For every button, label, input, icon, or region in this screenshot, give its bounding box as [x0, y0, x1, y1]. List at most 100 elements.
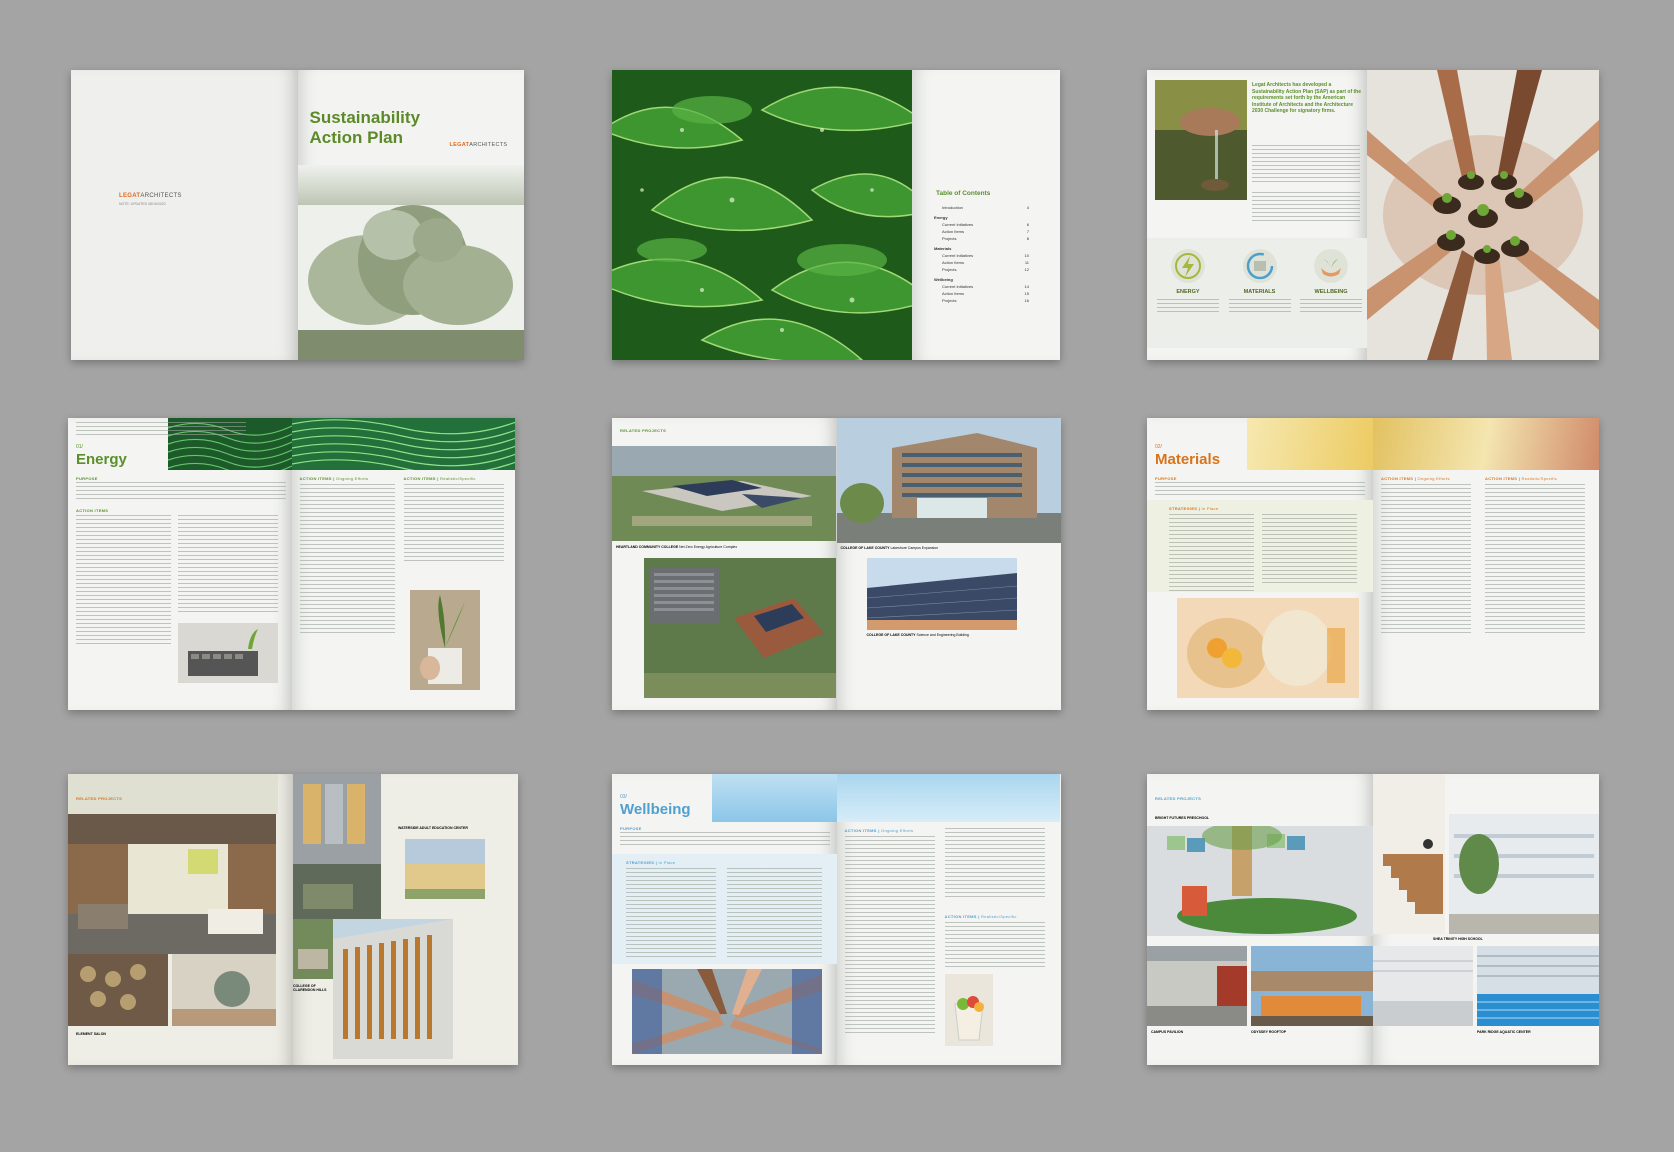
energy-action-items-col2: [178, 515, 278, 615]
pillar-energy-label: ENERGY: [1176, 289, 1200, 295]
materials-left-page: 02/ Materials PURPOSE STRATEGIES | In Pl…: [1147, 418, 1373, 710]
energy-action-items-label: ACTION ITEMS: [76, 508, 109, 513]
toc-item-label: Projects: [942, 236, 957, 241]
pillar-materials-text: [1228, 299, 1291, 313]
wellbeing-realistic-heading: ACTION ITEMS | Realistic/Specific: [944, 914, 1017, 919]
caption-shea-trinity: SHEA TRINITY HIGH SCHOOL: [1433, 937, 1483, 941]
back-cover-page: LEGATARCHITECTS NOTE: UPDATED 08/16/2023: [71, 70, 298, 360]
energy-purpose-text: [76, 482, 286, 500]
recycle-icon: [1242, 249, 1277, 283]
pillar-materials: MATERIALS: [1228, 248, 1291, 313]
produce-bags-photo: [1177, 598, 1359, 698]
intro-headline: Legat Architects has developed a Sustain…: [1252, 82, 1361, 114]
toc-item-page: 12: [1024, 267, 1029, 272]
spread-materials-projects: RELATED PROJECTS ELEMENT SALON WATERSIDE…: [68, 774, 518, 1065]
caption-1-sub: Net Zero Energy Agriculture Complex: [679, 545, 738, 549]
energy-ongoing-text: [299, 484, 395, 634]
related-projects-label: RELATED PROJECTS: [1155, 796, 1202, 801]
related-projects-label: RELATED PROJECTS: [620, 428, 667, 433]
wellbeing-section-number: 03/: [620, 794, 627, 800]
related-projects-label: RELATED PROJECTS: [76, 796, 123, 801]
toc-list: Introduction 4 Energy Current Initiatives 6 A…: [934, 204, 1029, 304]
front-cover-logo: LEGATARCHITECTS: [450, 142, 508, 148]
toc-item: Materials: [934, 245, 1029, 252]
toc-item: Current Initiatives 10: [934, 252, 1029, 259]
toc-item: Wellbeing: [934, 276, 1029, 283]
campus-pavilion-photo: [1147, 946, 1247, 1026]
toc-item: Current Initiatives 14: [934, 283, 1029, 290]
caption-3: COLLEGE OF LAKE COUNTY Science and Engin…: [867, 633, 969, 637]
spread-energy: 01/ Energy PURPOSE ACTION ITEMS ACTION I…: [68, 418, 515, 710]
toc-item-page: 14: [1024, 284, 1029, 289]
toc-item: Action Items 15: [934, 290, 1029, 297]
caption-1-title: HEARTLAND COMMUNITY COLLEGE: [616, 545, 679, 549]
strategies-tag: In Place: [1201, 506, 1219, 511]
front-cover-page: Sustainability Action Plan LEGATARCHITEC…: [297, 70, 524, 360]
toc-page: Table of Contents Introduction 4 Energy Cur…: [912, 70, 1060, 360]
wellbeing-realistic-text: [944, 922, 1045, 967]
pillar-energy-text: [1157, 299, 1219, 313]
action-items-label: ACTION ITEMS: [844, 828, 877, 833]
pillar-energy: ENERGY: [1157, 248, 1219, 313]
materials-realistic-heading: ACTION ITEMS | Realistic/Specific: [1485, 476, 1558, 481]
materials-strategies-col1: [1169, 514, 1254, 594]
toc-item-label: Introduction: [942, 205, 963, 210]
toc-item: Current Initiatives 6: [934, 221, 1029, 228]
strategies-tag: In Place: [658, 860, 676, 865]
spread-introduction: Legat Architects has developed a Sustain…: [1147, 70, 1599, 360]
caption-odyssey-rooftop: ODYSSEY ROOFTOP: [1251, 1030, 1287, 1034]
caption-2-title: COLLEGE OF LAKE COUNTY: [840, 546, 890, 550]
header-band: [68, 774, 278, 814]
school-exterior-photo: [405, 839, 485, 899]
wellbeing-strategies-col2: [727, 868, 822, 958]
energy-purpose-label: PURPOSE: [76, 476, 98, 481]
toc-item: Energy: [934, 214, 1029, 221]
ongoing-tag: Ongoing Efforts: [881, 828, 914, 833]
courtyard-photo: [293, 919, 333, 979]
back-cover-logo: LEGATARCHITECTS: [119, 193, 182, 199]
toc-item-page: 8: [1026, 236, 1029, 241]
aquatic-center-photo: [1477, 946, 1599, 1026]
energy-left-page: 01/ Energy PURPOSE ACTION ITEMS: [68, 418, 292, 710]
team-hands-photo: [632, 969, 822, 1054]
energy-right-page: ACTION ITEMS | Ongoing Efforts ACTION IT…: [291, 418, 515, 710]
wellbeing-right-page: ACTION ITEMS | Ongoing Efforts ACTION IT…: [836, 774, 1061, 1065]
hands-photo-page: [1367, 70, 1599, 360]
caption-2-sub: Lakeshore Campus Expansion: [890, 546, 939, 550]
back-cover-subtitle: NOTE: UPDATED 08/16/2023: [119, 202, 166, 206]
caption-bright-futures: BRIGHT FUTURES PRESCHOOL: [1155, 816, 1210, 820]
leaf-photo: [612, 70, 912, 360]
action-items-label: ACTION ITEMS: [944, 914, 977, 919]
wellbeing-purpose-label: PURPOSE: [620, 826, 642, 831]
action-items-label: ACTION ITEMS: [1485, 476, 1518, 481]
logo-light-text: ARCHITECTS: [469, 142, 508, 148]
ongoing-tag: Ongoing Efforts: [336, 476, 369, 481]
spread-table-of-contents: Table of Contents Introduction 4 Energy Cur…: [612, 70, 1060, 360]
toc-item: Action Items 11: [934, 259, 1029, 266]
caption-3-sub: Science and Engineering Building: [916, 633, 969, 637]
salon-ceiling-photo: [68, 954, 168, 1026]
yellow-header-graphic-right: [1373, 418, 1599, 470]
toc-item-label: Action Items: [942, 260, 965, 265]
toc-item: Projects 8: [934, 235, 1029, 242]
tree-photo: [297, 165, 524, 360]
toc-item-page: 7: [1026, 229, 1029, 234]
toc-item: Projects 12: [934, 266, 1029, 273]
materials-purpose-text: [1155, 482, 1365, 496]
toc-item: Projects 16: [934, 297, 1029, 304]
toc-item-page: 11: [1024, 260, 1029, 265]
atrium-photo: [1449, 814, 1599, 934]
watering-hands-photo: [1155, 80, 1247, 200]
pillar-materials-label: MATERIALS: [1243, 289, 1276, 295]
green-waves-graphic-right: [291, 418, 515, 470]
logo-bold-text: LEGAT: [449, 142, 470, 148]
spread-energy-projects: RELATED PROJECTS HEARTLAND COMMUNITY COL…: [612, 418, 1061, 710]
materials-strategies-heading: STRATEGIES | In Place: [1169, 506, 1219, 511]
potted-plant-photo: [409, 590, 480, 690]
toc-item-label: Materials: [934, 246, 952, 251]
materials-projects-left: RELATED PROJECTS ELEMENT SALON: [68, 774, 293, 1065]
wellbeing-left-page: 03/ Wellbeing PURPOSE STRATEGIES | In Pl…: [612, 774, 837, 1065]
energy-section-number: 01/: [76, 444, 83, 450]
spread-cover: LEGATARCHITECTS NOTE: UPDATED 08/16/2023…: [71, 70, 524, 360]
pillar-wellbeing: WELLBEING: [1300, 248, 1362, 313]
